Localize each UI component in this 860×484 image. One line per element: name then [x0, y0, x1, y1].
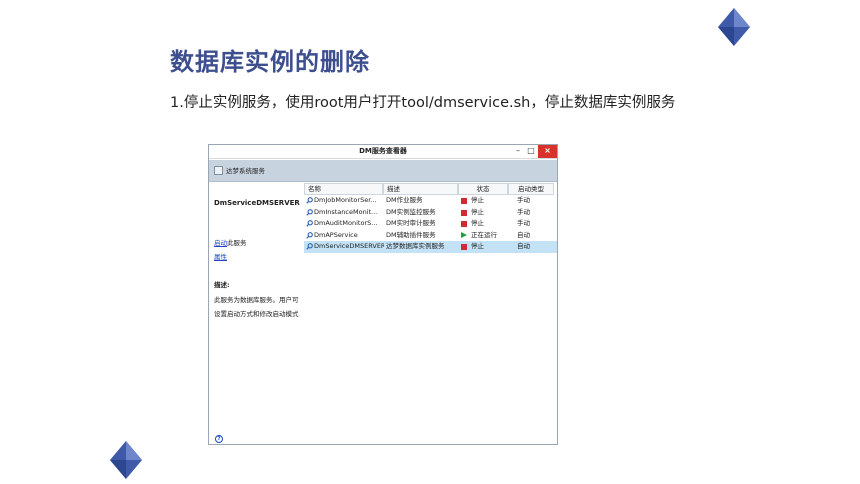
- table-row-selected[interactable]: DmServiceDMSERVER 达梦数据库实例服务 停止 自动: [304, 241, 557, 253]
- service-status: 停止: [471, 242, 484, 250]
- services-header-label: 达梦系统服务: [226, 167, 265, 175]
- table-row[interactable]: DmInstanceMonit... DM实例监控服务 停止 手动: [304, 207, 557, 219]
- service-startup-type: 手动: [517, 196, 530, 204]
- table-row[interactable]: DmAPService DM辅助插件服务 正在运行 自动: [304, 230, 557, 242]
- service-gear-icon: [306, 208, 313, 216]
- stopped-icon: [461, 198, 467, 204]
- window-title: DM服务查看器: [359, 147, 407, 155]
- services-table: 名称 描述 状态 启动类型 DmJobMonitorSer... DM作业服务 …: [304, 183, 557, 253]
- service-gear-icon: [306, 243, 313, 250]
- service-startup-type: 手动: [517, 219, 530, 227]
- description-text: 此服务为数据库服务。用户可设置启动方式和修改启动模式: [214, 296, 299, 318]
- maximize-button[interactable]: □: [525, 145, 537, 158]
- column-header-name[interactable]: 名称: [304, 183, 383, 195]
- service-status: 停止: [471, 219, 484, 227]
- service-name: DmServiceDMSERVER: [314, 242, 384, 250]
- running-icon: [461, 231, 467, 238]
- step-instruction: 1.停止实例服务，使用root用户打开tool/dmservice.sh，停止数…: [170, 95, 676, 111]
- column-header-description[interactable]: 描述: [383, 183, 458, 195]
- stopped-icon: [461, 209, 467, 216]
- service-description: 达梦数据库实例服务: [386, 242, 445, 250]
- service-startup-type: 自动: [517, 230, 530, 239]
- dm-service-viewer-window: DM服务查看器 – □ × 达梦系统服务 DmServiceDMSERVER 启…: [208, 144, 558, 445]
- service-gear-icon: [306, 197, 313, 204]
- start-service-suffix: 此服务: [227, 239, 247, 247]
- stopped-icon: [461, 221, 467, 227]
- service-description: DM实时审计服务: [386, 219, 436, 227]
- service-name: DmJobMonitorSer...: [314, 196, 377, 204]
- service-startup-type: 手动: [517, 207, 530, 216]
- help-icon[interactable]: ?: [215, 435, 223, 443]
- start-service-row: 启动此服务: [214, 237, 247, 247]
- service-status: 正在运行: [471, 230, 497, 239]
- table-row[interactable]: DmAuditMonitorS... DM实时审计服务 停止 手动: [304, 218, 557, 230]
- diamond-decoration-icon: [110, 441, 142, 479]
- description-label: 描述:: [214, 281, 230, 289]
- start-service-link[interactable]: 启动: [214, 239, 227, 247]
- service-description: DM辅助插件服务: [386, 230, 436, 239]
- service-startup-type: 自动: [517, 242, 530, 250]
- selected-service-name: DmServiceDMSERVER: [214, 199, 300, 207]
- service-name: DmAPService: [314, 230, 358, 239]
- service-name: DmAuditMonitorS...: [314, 219, 378, 227]
- close-button[interactable]: ×: [538, 145, 557, 158]
- service-description: DM作业服务: [386, 196, 423, 204]
- service-gear-icon: [306, 231, 313, 239]
- service-detail-pane: DmServiceDMSERVER 启动此服务 属性 描述: 此服务为数据库服务…: [214, 197, 304, 318]
- stopped-icon: [461, 244, 467, 250]
- properties-row: 属性: [214, 251, 227, 261]
- service-name: DmInstanceMonit...: [314, 207, 378, 216]
- column-header-status[interactable]: 状态: [458, 183, 508, 195]
- minimize-button[interactable]: –: [512, 145, 524, 158]
- diamond-decoration-icon: [718, 8, 750, 46]
- service-status: 停止: [471, 207, 484, 216]
- service-gear-icon: [306, 220, 313, 227]
- column-header-startup-type[interactable]: 启动类型: [508, 183, 554, 195]
- table-header: 名称 描述 状态 启动类型: [304, 183, 557, 195]
- slide-title: 数据库实例的删除: [170, 48, 370, 76]
- table-row[interactable]: DmJobMonitorSer... DM作业服务 停止 手动: [304, 195, 557, 207]
- services-icon: [214, 166, 223, 175]
- services-header: 达梦系统服务: [209, 160, 557, 182]
- window-titlebar[interactable]: DM服务查看器 – □ ×: [209, 145, 557, 159]
- service-status: 停止: [471, 196, 484, 204]
- service-description: DM实例监控服务: [386, 207, 436, 216]
- properties-link[interactable]: 属性: [214, 253, 227, 261]
